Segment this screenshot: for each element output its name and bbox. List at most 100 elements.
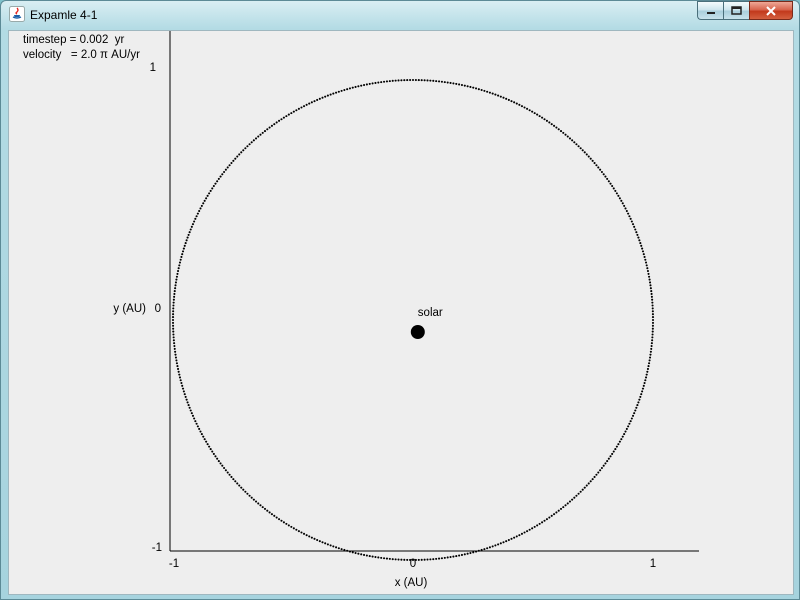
orbit-point [579,147,582,150]
orbit-point [499,542,502,545]
orbit-point [620,438,623,441]
orbit-point [357,85,360,88]
orbit-point [346,549,349,552]
orbit-point [174,350,177,353]
orbit-point [553,513,556,516]
orbit-point [226,166,229,169]
orbit-point [172,301,175,304]
orbit-point [559,130,563,133]
orbit-point [219,175,222,178]
orbit-point [238,484,241,487]
orbit-point [394,558,397,561]
orbit-point [252,498,255,501]
orbit-point [385,557,389,560]
orbit-point [515,535,518,538]
orbit-point [611,452,614,455]
orbit-point [199,430,202,433]
orbit-point [187,233,190,236]
orbit-point [435,80,438,83]
orbit-point [287,524,290,527]
title-bar[interactable]: Expamle 4-1 [1,1,799,29]
orbit-point [642,384,645,387]
orbit-point [174,281,177,284]
orbit-point [469,551,472,555]
orbit-point [536,113,539,116]
orbit-point [282,116,285,119]
orbit-point [391,79,394,82]
orbit-point [214,455,217,458]
orbit-point [326,94,329,97]
orbit-point [295,109,298,112]
orbit-point [602,173,605,176]
orbit-point [244,490,247,493]
orbit-point [266,128,269,131]
orbit-point [380,81,383,84]
minimize-button[interactable] [697,1,723,20]
orbit-point [199,207,202,210]
orbit-point [618,440,621,443]
orbit-point [612,187,615,190]
orbit-point [173,342,176,345]
orbit-point [627,212,630,215]
orbit-point [568,500,572,503]
orbit-point [449,556,452,559]
orbit-point [466,552,469,555]
window-title: Expamle 4-1 [30,8,98,22]
orbit-point [531,527,534,530]
orbit-point [648,275,651,278]
orbit-point [455,82,458,85]
orbit-point [374,81,377,84]
orbit-point [194,217,197,220]
orbit-point [246,145,249,148]
maximize-button[interactable] [723,1,749,20]
y-tick-1: 1 [150,62,156,74]
orbit-point [368,555,371,558]
orbit-point [191,414,195,417]
orbit-point [205,197,208,200]
orbit-point [216,180,219,183]
orbit-point [615,445,618,448]
orbit-point [217,460,220,463]
orbit-point [297,107,300,110]
orbit-point [651,333,654,336]
orbit-point [282,521,285,524]
orbit-point [518,103,521,106]
orbit-point [371,555,374,558]
orbit-point [649,284,652,287]
orbit-point [383,557,386,560]
orbit-point [182,247,185,250]
orbit-point [173,347,176,350]
orbit-point [313,100,316,103]
orbit-point [175,278,178,281]
orbit-point [604,175,607,178]
orbit-point [480,88,483,92]
orbit-point [211,450,214,453]
orbit-point [184,242,187,245]
orbit-point [420,558,423,561]
orbit-point [651,301,654,304]
orbit-point [332,545,335,548]
orbit-point [520,105,524,108]
orbit-point [639,242,642,245]
orbit-point [651,318,655,322]
orbit-point [232,478,235,481]
orbit-point [566,502,569,505]
orbit-point [183,393,186,396]
orbit-point [365,554,368,557]
orbit-point [634,228,637,231]
orbit-point [377,81,380,84]
orbit-point [438,557,441,560]
orbit-point [409,78,412,82]
close-button[interactable] [749,1,793,20]
orbit-point [206,443,209,446]
orbit-point [651,330,654,333]
orbit-point [577,492,580,495]
orbit-point [305,103,308,106]
orbit-point [175,362,178,365]
orbit-point [172,313,175,316]
orbit-point [292,110,295,113]
orbit-point [275,121,278,124]
orbit-point [636,404,639,407]
orbit-point [354,551,357,555]
orbit-point [477,549,480,552]
